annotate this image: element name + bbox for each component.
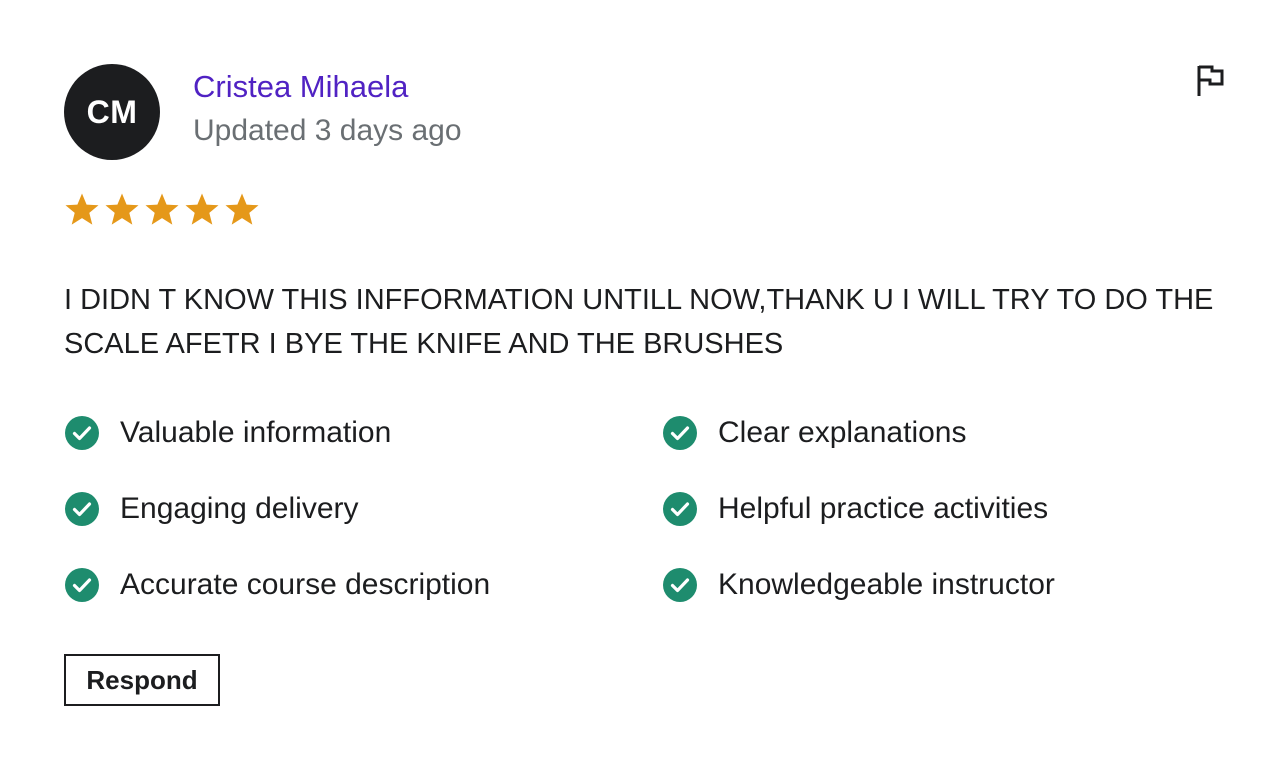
check-circle-icon — [663, 492, 697, 526]
star-icon — [65, 193, 99, 225]
review-tag-label: Knowledgeable instructor — [718, 568, 1055, 601]
review-card: CM Cristea Mihaela Updated 3 days ago I … — [64, 64, 1226, 706]
review-tag: Knowledgeable instructor — [662, 562, 1055, 608]
review-header: CM Cristea Mihaela Updated 3 days ago — [64, 64, 1226, 160]
star-icon — [105, 193, 139, 225]
review-tag: Helpful practice activities — [662, 486, 1048, 532]
avatar: CM — [64, 64, 160, 160]
review-tag: Accurate course description — [64, 562, 490, 608]
check-circle-icon — [663, 568, 697, 602]
respond-button[interactable]: Respond — [64, 654, 220, 706]
star-icon — [225, 193, 259, 225]
star-icon — [185, 193, 219, 225]
review-tag: Engaging delivery — [64, 486, 359, 532]
check-circle-icon — [65, 492, 99, 526]
check-circle-icon — [663, 416, 697, 450]
check-circle-icon — [65, 416, 99, 450]
star-icon — [145, 193, 179, 225]
review-tag-label: Accurate course description — [120, 568, 491, 601]
flag-icon[interactable] — [1196, 64, 1226, 98]
review-tag-label: Clear explanations — [718, 416, 967, 449]
check-circle-icon — [65, 568, 99, 602]
star-rating — [64, 192, 260, 234]
review-tag-label: Valuable information — [120, 416, 392, 449]
review-tag-label: Helpful practice activities — [718, 492, 1049, 525]
review-tag-label: Engaging delivery — [120, 492, 359, 525]
author-name[interactable]: Cristea Mihaela — [193, 68, 408, 106]
review-tag: Valuable information — [64, 410, 391, 456]
review-comment: I DIDN T KNOW THIS INFFORMATION UNTILL N… — [64, 284, 1214, 360]
review-tag: Clear explanations — [662, 410, 966, 456]
updated-timestamp: Updated 3 days ago — [193, 114, 462, 147]
